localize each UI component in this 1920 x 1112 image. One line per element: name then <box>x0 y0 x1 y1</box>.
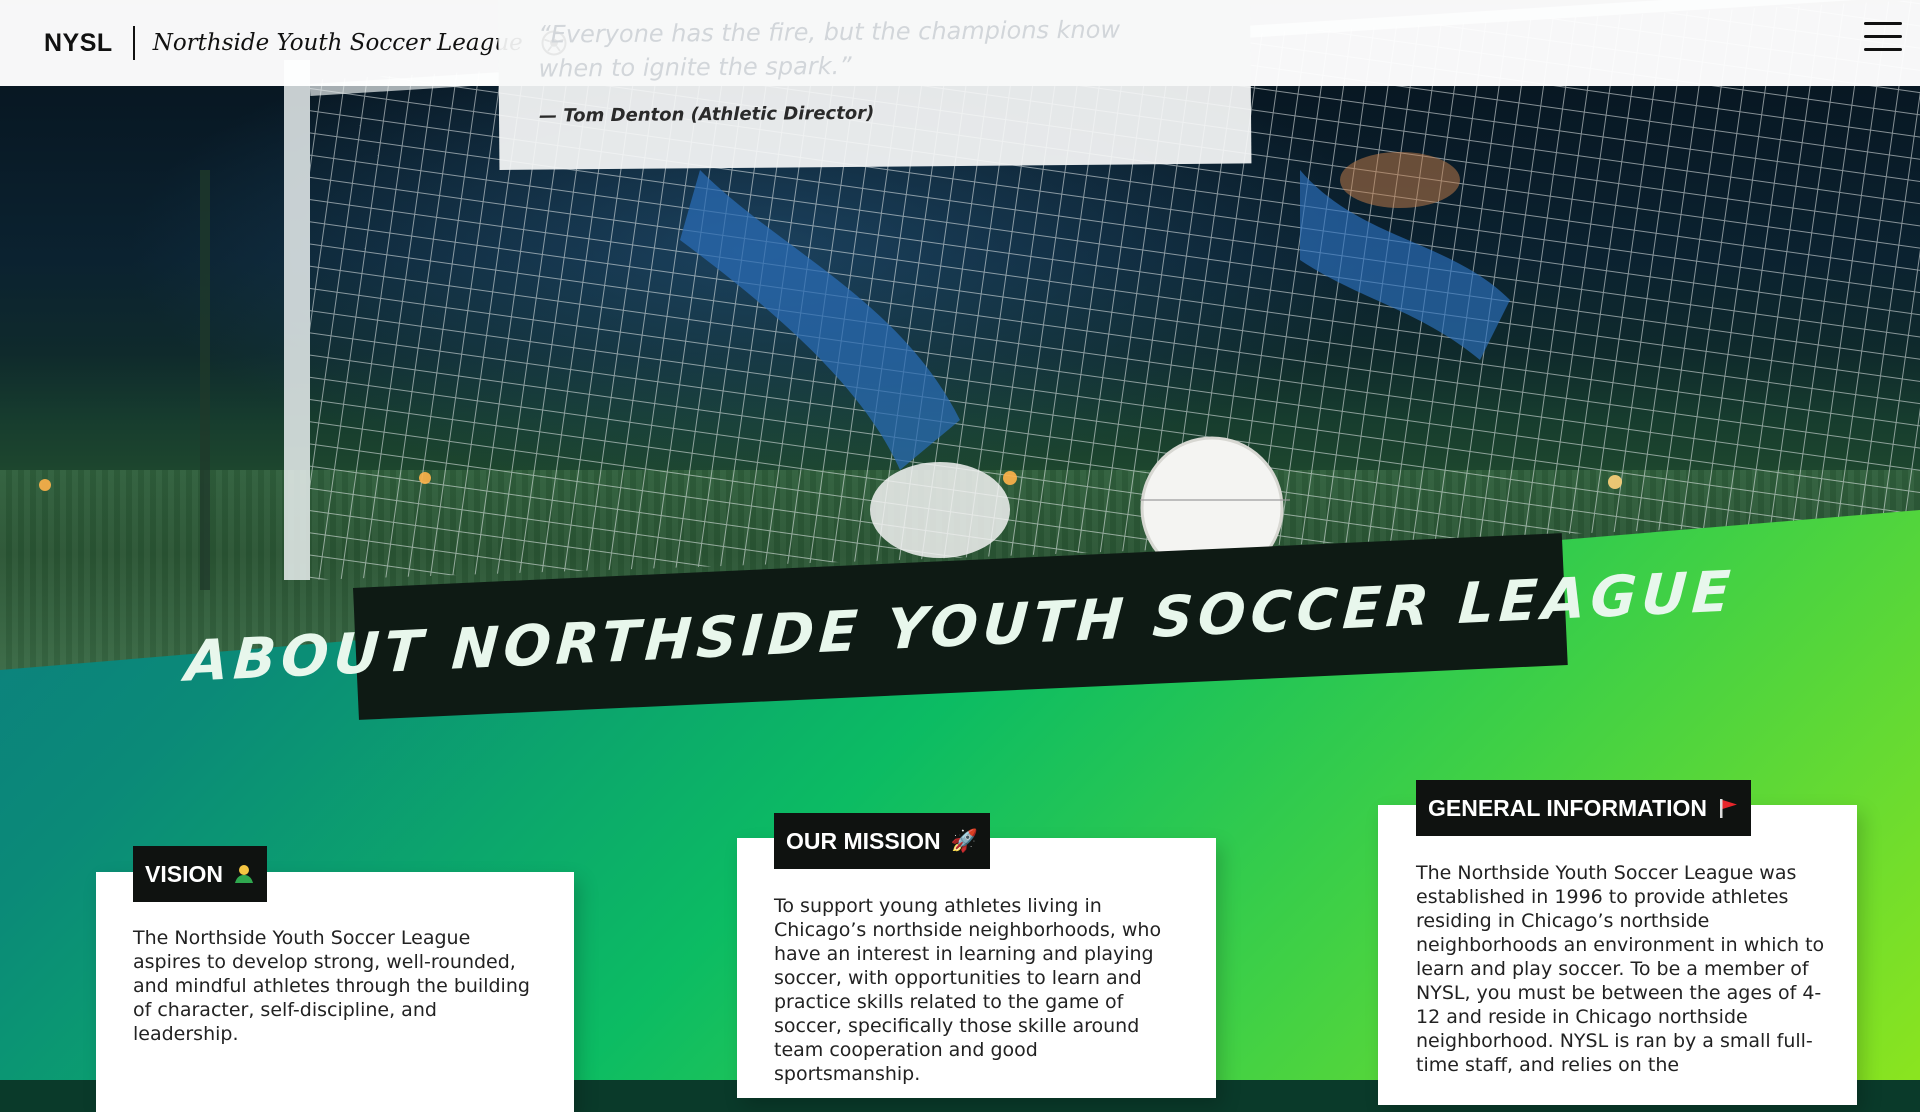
vision-label-text: VISION <box>145 860 223 887</box>
quote-author: — Tom Denton (Athletic Director) <box>538 102 875 127</box>
general-info-label-text: GENERAL INFORMATION <box>1428 794 1707 821</box>
vision-card: VISION The Northside Youth Soccer League… <box>96 846 574 1112</box>
quote-box: “Everyone has the fire, but the champion… <box>498 0 1252 170</box>
brand-short-name[interactable]: NYSL <box>44 29 113 58</box>
mission-card: OUR MISSION 🚀 To support young athletes … <box>737 813 1216 1098</box>
brand-full-name[interactable]: Northside Youth Soccer League <box>153 30 523 56</box>
brand-divider <box>132 26 135 60</box>
mission-label-text: OUR MISSION <box>786 827 941 854</box>
general-info-label: GENERAL INFORMATION <box>1416 780 1751 836</box>
vision-body: The Northside Youth Soccer League aspire… <box>133 927 530 1045</box>
person-shrug-icon <box>234 865 253 883</box>
general-info-body: The Northside Youth Soccer League was es… <box>1416 862 1825 1076</box>
general-info-card: GENERAL INFORMATION The Northside Youth … <box>1378 780 1857 1105</box>
red-flag-icon <box>1719 799 1737 818</box>
mission-label: OUR MISSION 🚀 <box>774 813 991 869</box>
hamburger-menu-icon[interactable] <box>1864 22 1902 54</box>
vision-label: VISION <box>133 846 267 902</box>
rocket-icon: 🚀 <box>950 828 979 853</box>
quote-text: “Everyone has the fire, but the champion… <box>538 15 1121 83</box>
mission-body: To support young athletes living in Chic… <box>774 895 1162 1085</box>
